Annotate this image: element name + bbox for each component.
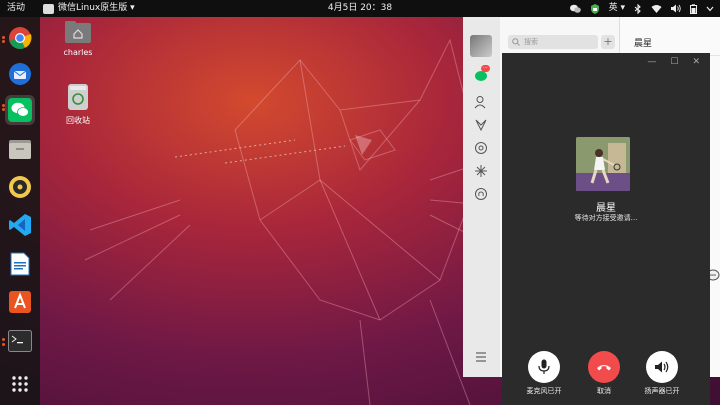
moments-icon[interactable] — [474, 141, 488, 155]
window-controls: — ☐ ✕ — [647, 57, 700, 67]
activities-button[interactable]: 活动 — [7, 0, 25, 17]
dock-files[interactable] — [5, 134, 35, 164]
hang-up-icon — [597, 365, 611, 371]
microphone-icon — [538, 359, 550, 374]
dock — [0, 17, 40, 405]
hang-up-button[interactable] — [588, 351, 620, 383]
shield-tray-icon[interactable] — [590, 3, 600, 14]
channels-icon[interactable] — [474, 164, 488, 178]
dock-chrome[interactable] — [5, 23, 35, 53]
desktop-icon-home[interactable]: charles — [53, 21, 103, 57]
desktop-icon-label: 回收站 — [66, 116, 90, 125]
user-avatar[interactable] — [470, 35, 492, 57]
vscode-icon — [9, 214, 31, 236]
unread-badge: ··· — [481, 65, 490, 72]
desktop-icon-trash[interactable]: 回收站 — [53, 84, 103, 126]
app-menu[interactable]: 微信Linux原生版 ▾ — [43, 0, 135, 17]
dock-writer[interactable] — [5, 249, 35, 279]
search-input[interactable]: 搜索 — [508, 35, 598, 49]
menu-icon[interactable] — [474, 350, 488, 364]
wechat-icon — [8, 98, 32, 122]
speaker-label: 扬声器已开 — [644, 387, 680, 395]
chrome-icon — [9, 27, 32, 49]
wechat-sidebar: ··· — [463, 17, 500, 377]
software-center-icon — [9, 291, 31, 313]
clock[interactable]: 4月5日 20：38 — [328, 3, 392, 13]
dock-vscode[interactable] — [5, 210, 35, 240]
input-method-indicator[interactable]: 英 ▾ — [609, 0, 625, 17]
contacts-icon[interactable] — [474, 95, 488, 109]
search-placeholder: 搜索 — [524, 38, 538, 46]
microphone-label: 麦克风已开 — [526, 387, 562, 395]
dock-software-center[interactable] — [5, 287, 35, 317]
show-apps-button[interactable] — [5, 369, 35, 399]
wechat-tray-icon[interactable] — [569, 4, 581, 14]
rhythmbox-icon — [9, 176, 31, 198]
wifi-icon[interactable] — [651, 4, 662, 13]
minimize-button[interactable]: — — [647, 57, 656, 67]
speaker-button[interactable] — [646, 351, 678, 383]
top-bar: 活动 微信Linux原生版 ▾ 4月5日 20：38 英 ▾ — [0, 0, 720, 17]
tennis-player-photo — [576, 137, 630, 191]
writer-icon — [10, 252, 30, 276]
call-status: 等待对方接受邀请... — [574, 214, 638, 222]
microphone-button[interactable] — [528, 351, 560, 383]
volume-icon[interactable] — [671, 4, 681, 13]
dock-rhythmbox[interactable] — [5, 172, 35, 202]
bluetooth-icon[interactable] — [634, 3, 642, 14]
close-button[interactable]: ✕ — [692, 57, 700, 67]
add-button[interactable]: + — [601, 35, 615, 49]
dock-terminal[interactable] — [5, 326, 35, 356]
callee-name: 晨星 — [596, 203, 616, 214]
mini-programs-icon[interactable] — [474, 187, 488, 201]
terminal-icon — [8, 330, 32, 352]
favorites-icon[interactable] — [474, 118, 488, 132]
search-icon — [512, 38, 520, 46]
home-folder-icon — [65, 21, 91, 43]
cancel-label: 取消 — [597, 387, 611, 395]
speaker-icon — [655, 361, 669, 373]
dock-wechat[interactable] — [5, 95, 35, 125]
voice-call-window: — ☐ ✕ 晨星 等待对方接受邀请... 麦克风已开 取消 扬声器已开 — [502, 53, 710, 405]
dock-thunderbird[interactable] — [5, 59, 35, 89]
app-menu-icon — [43, 3, 54, 14]
trash-icon — [68, 84, 88, 110]
battery-icon[interactable] — [690, 3, 697, 14]
chat-title: 晨星 — [634, 39, 653, 49]
thunderbird-icon — [9, 63, 31, 85]
show-apps-icon — [12, 376, 28, 392]
desktop-icon-label: charles — [63, 48, 93, 57]
system-tray: 英 ▾ — [569, 0, 714, 17]
app-menu-label: 微信Linux原生版 ▾ — [58, 3, 135, 13]
chevron-down-icon[interactable] — [706, 6, 714, 12]
maximize-button[interactable]: ☐ — [670, 57, 678, 67]
files-icon — [9, 140, 31, 159]
callee-avatar — [576, 137, 630, 191]
